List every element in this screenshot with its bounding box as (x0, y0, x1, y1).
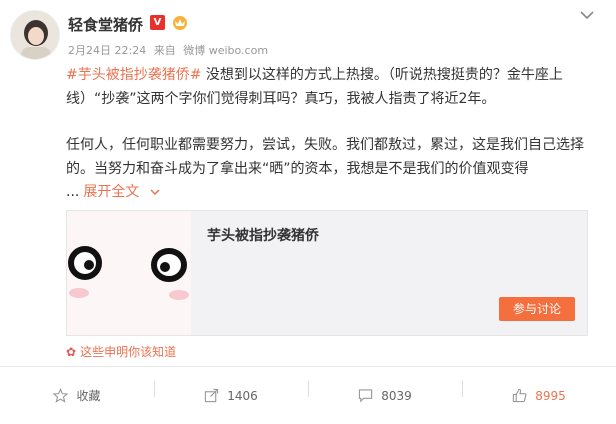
post-source[interactable]: 微博 weibo.com (183, 44, 268, 57)
author-name[interactable]: 轻食堂猪侨 (68, 14, 143, 35)
star-icon (53, 388, 69, 403)
like-count: 8995 (535, 388, 566, 403)
comment-icon (359, 389, 373, 403)
notice-text: 这些申明你该知道 (80, 345, 177, 359)
action-bar: 收藏 1406 8039 8995 (0, 367, 616, 424)
topic-thumbnail (67, 211, 191, 335)
source-prefix: 来自 (153, 44, 176, 57)
topic-link[interactable]: #芋头被指抄袭猪侨# (66, 67, 201, 83)
topic-link-card[interactable]: 芋头被指抄袭猪侨 参与讨论 (66, 210, 588, 336)
chevron-down-icon (150, 189, 160, 196)
notice-link[interactable]: ✿ 这些申明你该知道 (66, 343, 176, 360)
post-date[interactable]: 2月24日 22:24 (68, 44, 146, 57)
like-button[interactable]: 8995 (462, 367, 616, 424)
comment-count: 8039 (381, 388, 412, 403)
flower-icon: ✿ (66, 345, 77, 359)
expand-link[interactable]: ... 展开全文 (66, 181, 160, 201)
expand-label: 展开全文 (83, 184, 140, 200)
thumbs-up-icon (513, 388, 527, 403)
join-discussion-button[interactable]: 参与讨论 (499, 297, 575, 321)
favorite-label: 收藏 (76, 389, 101, 403)
cartoon-face-icon (67, 211, 191, 335)
share-icon (205, 388, 219, 403)
crown-icon (173, 16, 187, 30)
post-text: #芋头被指抄袭猪侨# 没想到以这样的方式上热搜。（听说热搜挺贵的？金牛座上线）“… (66, 63, 596, 181)
comment-button[interactable]: 8039 (308, 367, 462, 424)
post-paragraph-2: 任何人，任何职业都需要努力，尝试，失败。我们都敖过，累过，这是我们自己选择的。当… (66, 137, 584, 177)
topic-card-title[interactable]: 芋头被指抄袭猪侨 (207, 225, 319, 245)
share-button[interactable]: 1406 (154, 367, 308, 424)
avatar[interactable] (10, 10, 60, 60)
chevron-down-icon[interactable] (580, 10, 594, 20)
share-count: 1406 (227, 388, 258, 403)
favorite-button[interactable]: 收藏 (0, 367, 154, 424)
verified-icon: V (150, 15, 165, 30)
weibo-post-card: 轻食堂猪侨 V 2月24日 22:24 来自 微博 weibo.com #芋头被… (0, 0, 616, 424)
ellipsis: ... (66, 184, 80, 200)
avatar-image (11, 11, 59, 59)
post-meta: 2月24日 22:24 来自 微博 weibo.com (68, 42, 272, 58)
